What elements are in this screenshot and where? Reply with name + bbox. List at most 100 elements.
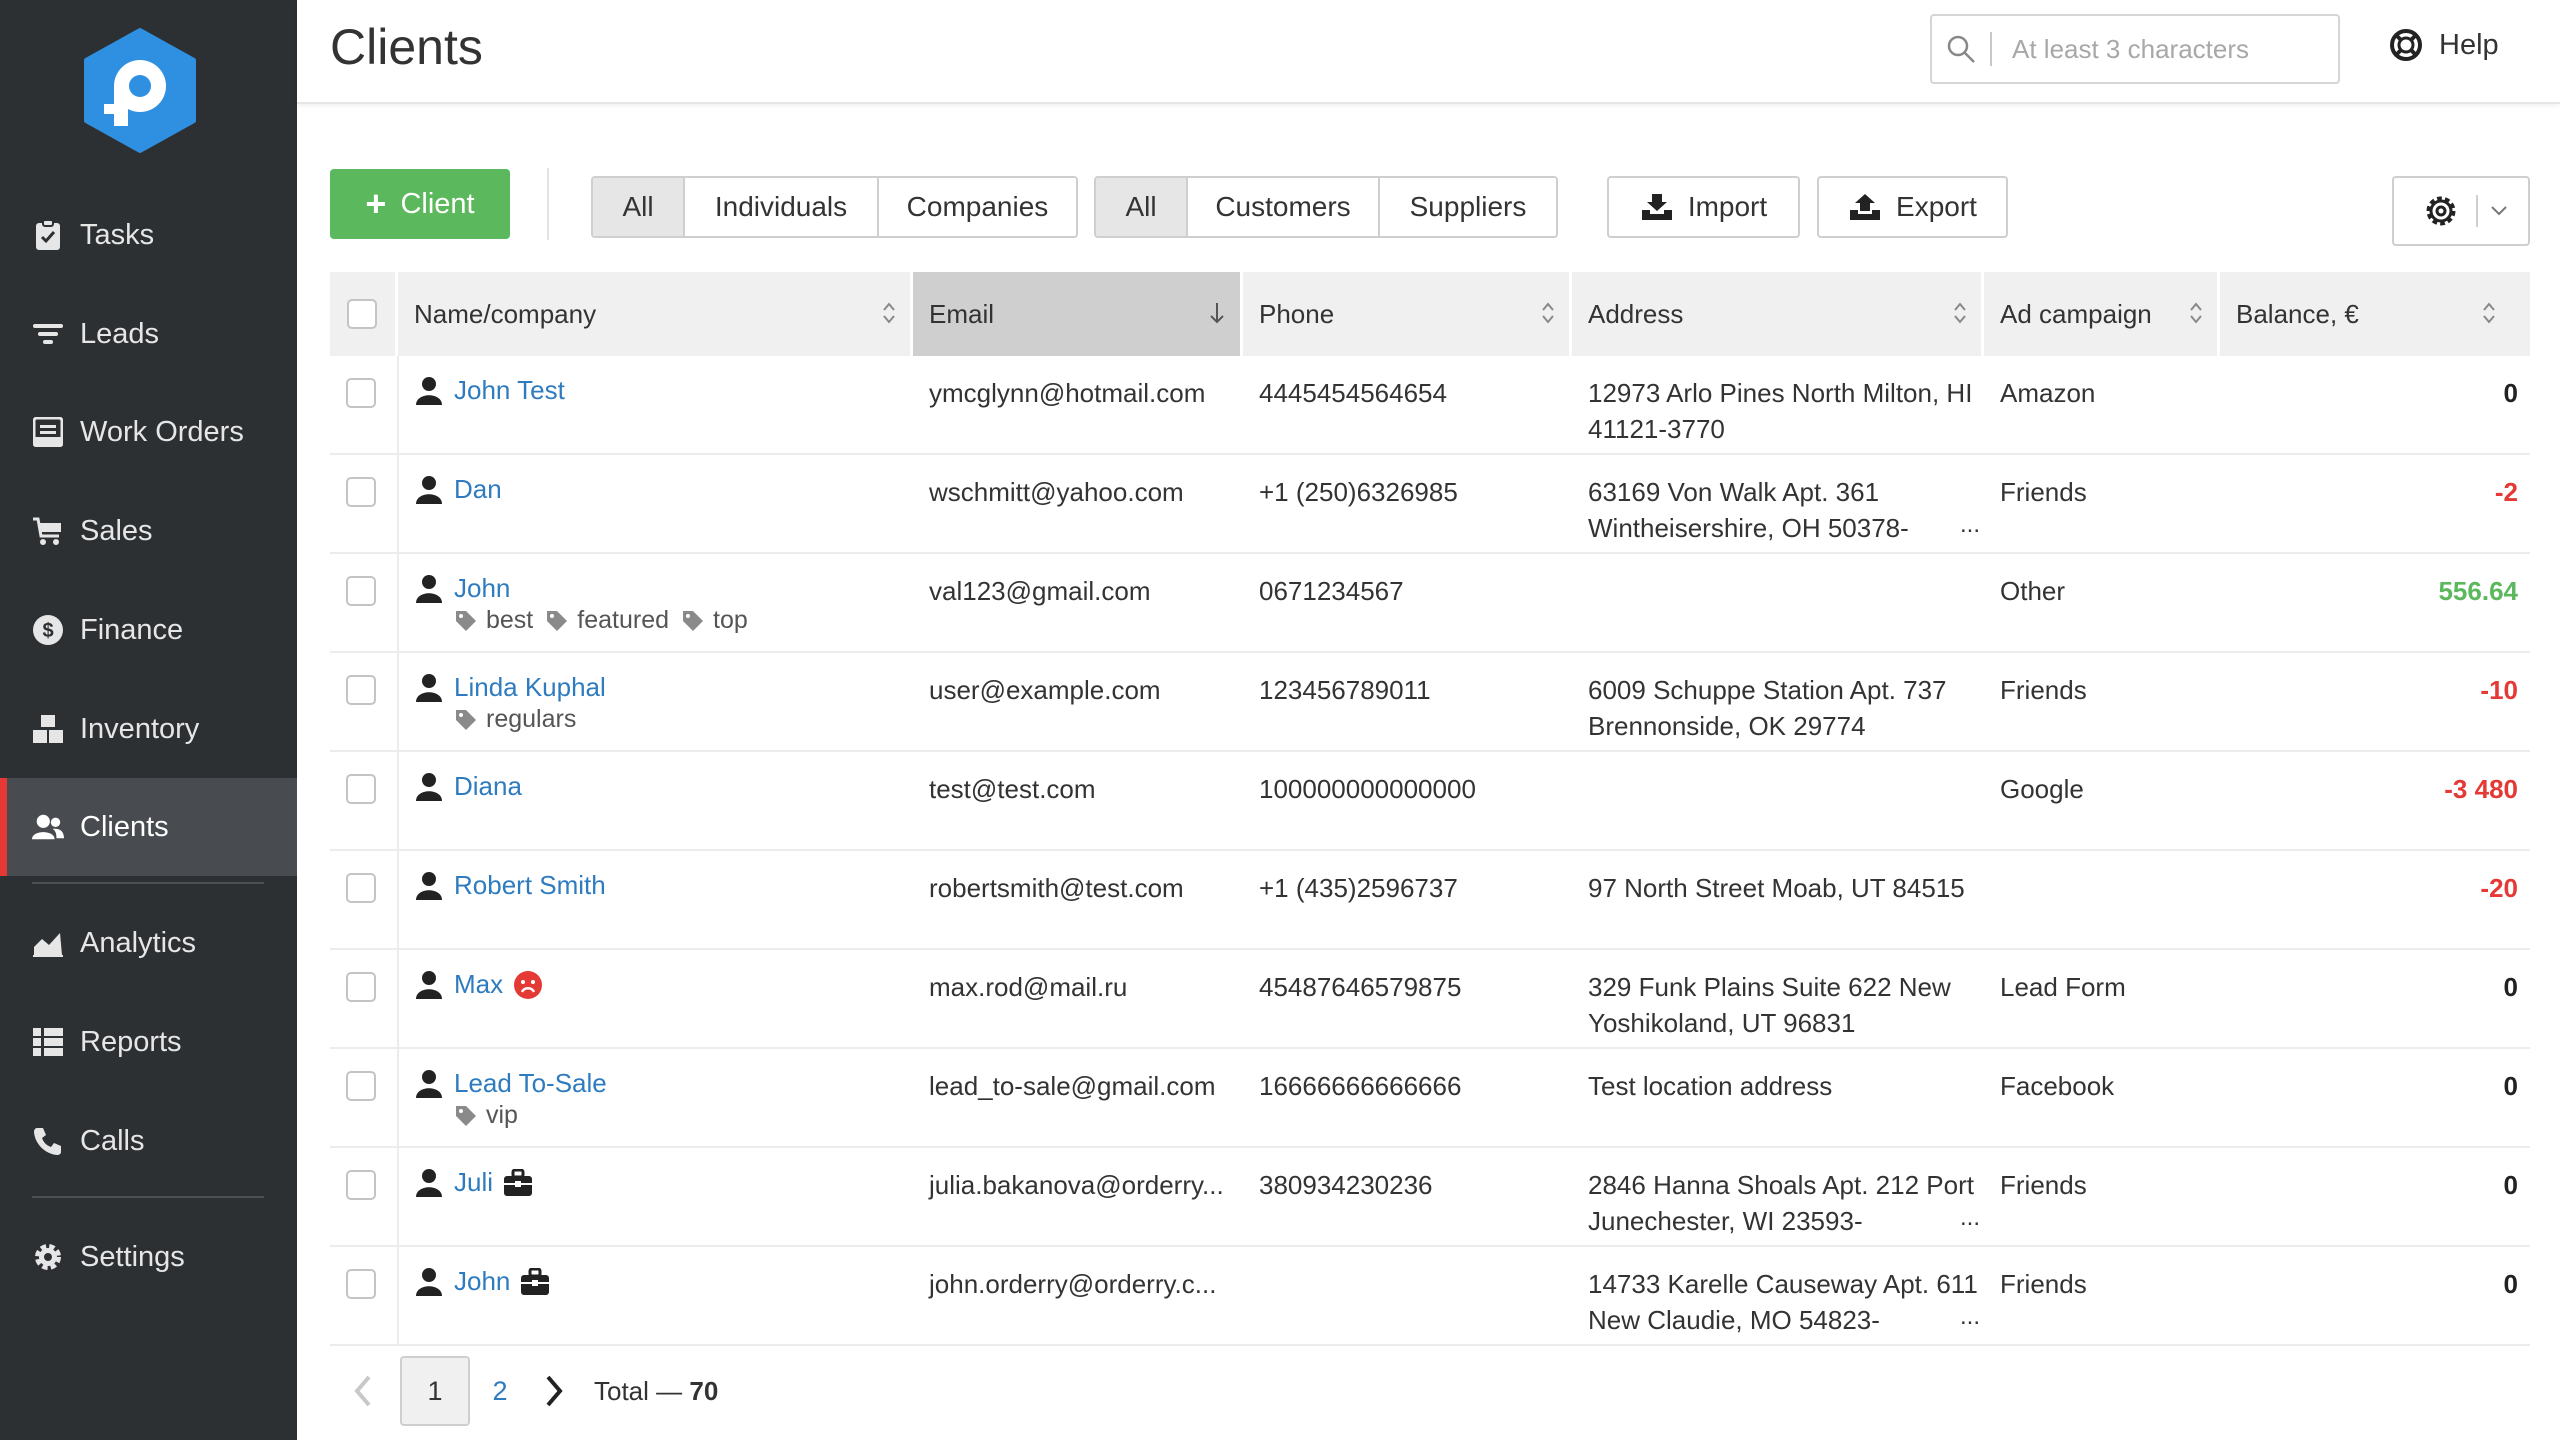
page-button-2[interactable]: 2 — [470, 1356, 530, 1426]
table-row[interactable]: John best featured top val123@gmail.com 06712… — [330, 554, 2530, 653]
balance-cell: 0 — [2503, 972, 2518, 1002]
tag: featured — [545, 606, 669, 635]
table-row[interactable]: Linda Kuphal regulars user@example.com 1234… — [330, 653, 2530, 752]
sidebar-item-reports[interactable]: Reports — [0, 993, 297, 1091]
column-divider — [397, 1049, 399, 1148]
row-checkbox[interactable] — [346, 675, 376, 705]
row-checkbox-cell — [346, 1071, 376, 1101]
client-role-filter: All Customers Suppliers — [1094, 176, 1558, 238]
toolbar-divider — [547, 168, 549, 240]
sidebar-item-analytics[interactable]: Analytics — [0, 894, 297, 992]
row-checkbox[interactable] — [346, 378, 376, 408]
row-checkbox[interactable] — [346, 1170, 376, 1200]
table-row[interactable]: Lead To-Sale vip lead_to-sale@gmail.com 166… — [330, 1049, 2530, 1148]
select-all-checkbox[interactable] — [347, 299, 377, 329]
client-tags: vip — [454, 1101, 530, 1130]
client-name-link[interactable]: Max — [454, 969, 503, 1000]
client-name-link[interactable]: John — [454, 1266, 510, 1297]
add-client-button[interactable]: + Client — [330, 169, 510, 239]
client-name-cell: Dan — [416, 474, 502, 505]
filter-type-individuals[interactable]: Individuals — [685, 178, 879, 236]
client-name-link[interactable]: John — [454, 573, 510, 604]
row-checkbox[interactable] — [346, 1269, 376, 1299]
sidebar-item-work-orders[interactable]: Work Orders — [0, 383, 297, 481]
sidebar-item-clients[interactable]: Clients — [0, 778, 297, 876]
table-settings-dropdown[interactable] — [2392, 176, 2530, 246]
column-header-ad-campaign[interactable]: Ad campaign — [1984, 272, 2220, 356]
sidebar-item-leads[interactable]: Leads — [0, 285, 297, 383]
add-client-label: Client — [400, 187, 475, 220]
filter-role-suppliers[interactable]: Suppliers — [1380, 178, 1556, 236]
table-row[interactable]: Robert Smith robertsmith@test.com +1 (435)… — [330, 851, 2530, 950]
search-input[interactable] — [2012, 33, 2292, 65]
sidebar-item-sales[interactable]: Sales — [0, 482, 297, 580]
column-header-name[interactable]: Name/company — [398, 272, 913, 356]
ad-campaign-cell: Friends — [2000, 675, 2087, 705]
table-row[interactable]: Diana test@test.com 100000000000000 Google -… — [330, 752, 2530, 851]
table-row[interactable]: Max max.rod@mail.ru 45487646579875 329 Funk… — [330, 950, 2530, 1049]
sidebar-item-finance[interactable]: $ Finance — [0, 581, 297, 679]
plus-icon: + — [365, 183, 387, 224]
filter-type-companies[interactable]: Companies — [879, 178, 1076, 236]
import-icon — [1640, 192, 1674, 222]
column-header-phone[interactable]: Phone — [1243, 272, 1572, 356]
ad-campaign-cell: Facebook — [2000, 1071, 2115, 1101]
row-checkbox[interactable] — [346, 873, 376, 903]
person-icon — [416, 1069, 442, 1099]
column-divider — [397, 356, 399, 455]
column-header-email[interactable]: Email — [913, 272, 1243, 356]
column-header-balance[interactable]: Balance, € — [2220, 272, 2510, 356]
search-box[interactable] — [1930, 14, 2340, 84]
sidebar-item-settings[interactable]: Settings — [0, 1208, 297, 1306]
filter-role-all[interactable]: All — [1096, 178, 1188, 236]
column-label: Name/company — [414, 298, 597, 329]
row-checkbox-cell — [346, 378, 376, 408]
table-row[interactable]: John Test ymcglynn@hotmail.com 44454545646… — [330, 356, 2530, 455]
address-more[interactable]: ... — [1960, 1303, 1980, 1331]
column-header-address[interactable]: Address — [1572, 272, 1984, 356]
client-name-link[interactable]: Juli — [454, 1167, 493, 1198]
filter-type-all[interactable]: All — [593, 178, 685, 236]
row-checkbox[interactable] — [346, 774, 376, 804]
address-more[interactable]: ... — [1960, 1204, 1980, 1232]
row-checkbox[interactable] — [346, 576, 376, 606]
prev-page-button[interactable] — [348, 1374, 378, 1408]
export-button[interactable]: Export — [1817, 176, 2008, 238]
client-name-link[interactable]: Dan — [454, 474, 502, 505]
help-link[interactable]: Help — [2389, 28, 2499, 62]
client-name-cell: Diana — [416, 771, 522, 802]
client-name-link[interactable]: Diana — [454, 771, 522, 802]
sidebar-item-tasks[interactable]: Tasks — [0, 186, 297, 284]
export-icon — [1848, 192, 1882, 222]
next-page-button[interactable] — [534, 1374, 574, 1408]
sidebar-item-calls[interactable]: Calls — [0, 1092, 297, 1190]
client-name-link[interactable]: Robert Smith — [454, 870, 606, 901]
table-row[interactable]: Dan wschmitt@yahoo.com +1 (250)6326985 6316… — [330, 455, 2530, 554]
row-checkbox[interactable] — [346, 1071, 376, 1101]
address-cell: Test location address — [1588, 1071, 1833, 1101]
email-cell: john.orderry@orderry.c... — [929, 1269, 1217, 1299]
client-name-link[interactable]: Linda Kuphal — [454, 672, 606, 703]
table-row[interactable]: John john.orderry@orderry.c... 14733 Karel… — [330, 1247, 2530, 1346]
tag: top — [681, 606, 748, 635]
page-button-1[interactable]: 1 — [400, 1356, 470, 1426]
client-name-link[interactable]: John Test — [454, 375, 565, 406]
sort-icon — [2482, 300, 2496, 333]
ad-campaign-cell: Other — [2000, 576, 2066, 606]
sort-icon — [2189, 300, 2203, 333]
filter-role-customers[interactable]: Customers — [1188, 178, 1380, 236]
table-row[interactable]: Juli julia.bakanova@orderry... 38093423023… — [330, 1148, 2530, 1247]
row-checkbox-cell — [346, 774, 376, 804]
client-name-link[interactable]: Lead To-Sale — [454, 1068, 607, 1099]
tag-icon — [454, 1104, 486, 1128]
row-checkbox[interactable] — [346, 477, 376, 507]
address-more[interactable]: ... — [1960, 511, 1980, 539]
sidebar-item-inventory[interactable]: Inventory — [0, 680, 297, 778]
work-order-icon — [32, 416, 64, 448]
tag-icon — [454, 708, 486, 732]
sort-icon — [1541, 300, 1555, 333]
sort-icon — [882, 300, 896, 333]
row-checkbox[interactable] — [346, 972, 376, 1002]
import-button[interactable]: Import — [1607, 176, 1800, 238]
app-logo[interactable] — [82, 28, 198, 153]
